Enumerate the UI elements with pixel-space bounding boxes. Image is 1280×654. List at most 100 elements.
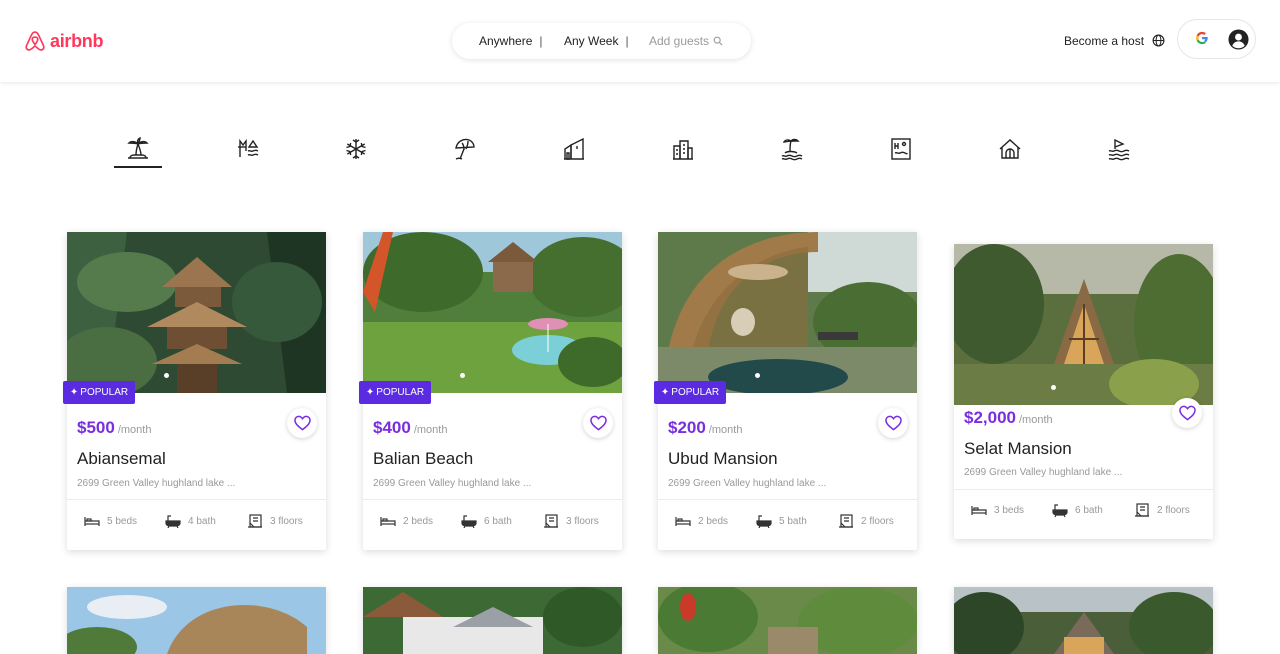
listing-photo[interactable] bbox=[67, 587, 326, 654]
search-any-week[interactable]: Any Week | bbox=[564, 34, 629, 48]
pool-icon bbox=[891, 138, 911, 160]
favorite-button[interactable] bbox=[583, 408, 613, 438]
listing-photo[interactable] bbox=[363, 587, 622, 654]
cabin-icon bbox=[999, 139, 1021, 159]
bath-label: 6 bath bbox=[484, 515, 512, 527]
popular-badge: ✦ POPULAR bbox=[359, 381, 431, 404]
search-bar[interactable]: Anywhere | Any Week | Add guests bbox=[452, 23, 751, 59]
category-island[interactable] bbox=[780, 137, 804, 161]
favorite-button[interactable] bbox=[878, 408, 908, 438]
listing-photo[interactable] bbox=[67, 232, 326, 393]
listing-card[interactable] bbox=[67, 587, 326, 654]
popular-badge: ✦ POPULAR bbox=[63, 381, 135, 404]
beds-info: 2 beds bbox=[380, 514, 433, 528]
bed-icon bbox=[971, 506, 987, 515]
search-icon[interactable] bbox=[713, 36, 723, 46]
sparkle-icon: ✦ bbox=[660, 387, 670, 398]
price-period: /month bbox=[413, 424, 448, 436]
bathtub-icon bbox=[756, 515, 772, 528]
carousel-dot[interactable] bbox=[755, 373, 760, 378]
favorite-button[interactable] bbox=[287, 408, 317, 438]
favorite-button[interactable] bbox=[1172, 398, 1202, 428]
snowflake-icon bbox=[346, 139, 366, 159]
logo-text: airbnb bbox=[50, 30, 104, 51]
listing-card[interactable] bbox=[363, 587, 622, 654]
carousel-dot[interactable] bbox=[1051, 385, 1056, 390]
floors-info: 2 floors bbox=[1134, 503, 1190, 517]
bath-label: 5 bath bbox=[779, 515, 807, 527]
category-beach[interactable] bbox=[453, 137, 477, 161]
price-amount: $2,000 bbox=[964, 408, 1016, 427]
listing-photo[interactable] bbox=[658, 587, 917, 654]
category-winter[interactable] bbox=[344, 137, 368, 161]
category-city[interactable] bbox=[671, 137, 695, 161]
bath-label: 6 bath bbox=[1075, 504, 1103, 516]
bath-info: 4 bath bbox=[165, 514, 216, 528]
listing-photo[interactable] bbox=[658, 232, 917, 393]
listing-title[interactable]: Selat Mansion bbox=[964, 439, 1072, 459]
bath-info: 6 bath bbox=[461, 514, 512, 528]
search-add-guests[interactable]: Add guests bbox=[649, 34, 723, 48]
floors-icon bbox=[544, 514, 558, 528]
listing-card[interactable]: ✦ POPULAR $200/month Ubud Mansion 2699 Gr… bbox=[654, 232, 917, 550]
beds-label: 3 beds bbox=[994, 504, 1025, 516]
globe-icon[interactable] bbox=[1152, 34, 1165, 47]
bath-info: 5 bath bbox=[756, 514, 807, 528]
price: $2,000/month bbox=[964, 408, 1053, 428]
category-pools[interactable] bbox=[889, 137, 913, 161]
floors-icon bbox=[839, 514, 853, 528]
category-cabins[interactable] bbox=[998, 137, 1022, 161]
beds-info: 3 beds bbox=[971, 503, 1024, 517]
separator: | bbox=[539, 34, 543, 48]
carousel-dot[interactable] bbox=[460, 373, 465, 378]
price-amount: $200 bbox=[668, 418, 706, 437]
heart-icon bbox=[1178, 405, 1196, 421]
separator: | bbox=[625, 34, 629, 48]
listing-address: 2699 Green Valley hughland lake ... bbox=[668, 478, 827, 489]
listing-title[interactable]: Ubud Mansion bbox=[668, 449, 778, 469]
top-header: airbnb Anywhere | Any Week | Add guests Be… bbox=[0, 0, 1280, 82]
listing-card[interactable] bbox=[954, 587, 1213, 654]
listing-card[interactable]: ✦ POPULAR $400/month Balian Beach 2699 Gr… bbox=[359, 232, 622, 550]
beach-umbrella-icon bbox=[455, 138, 475, 160]
listing-title[interactable]: Balian Beach bbox=[373, 449, 473, 469]
bathtub-icon bbox=[1052, 504, 1068, 517]
listing-title[interactable]: Abiansemal bbox=[77, 449, 166, 469]
carousel-dot[interactable] bbox=[164, 373, 169, 378]
category-countryside[interactable] bbox=[562, 137, 586, 161]
waves-icon bbox=[1108, 138, 1130, 161]
floors-label: 2 floors bbox=[1157, 504, 1190, 516]
badge-label: POPULAR bbox=[80, 387, 129, 398]
category-tropical[interactable] bbox=[126, 137, 150, 161]
floors-label: 3 floors bbox=[270, 515, 303, 527]
floors-icon bbox=[1135, 503, 1149, 517]
airbnb-logo[interactable]: airbnb bbox=[24, 28, 104, 54]
price: $400/month bbox=[373, 418, 447, 438]
become-host-link[interactable]: Become a host bbox=[1064, 34, 1144, 48]
beds-label: 2 beds bbox=[403, 515, 434, 527]
listing-card[interactable]: ✦ POPULAR $500/month Abiansemal 2699 Gree… bbox=[63, 232, 326, 550]
price-period: /month bbox=[1019, 414, 1053, 426]
listing-photo[interactable] bbox=[954, 587, 1213, 654]
airbnb-logo-icon bbox=[25, 31, 45, 51]
bed-icon bbox=[380, 517, 396, 526]
category-surfing[interactable] bbox=[1107, 137, 1131, 161]
floors-info: 3 floors bbox=[247, 514, 303, 528]
user-menu-button[interactable] bbox=[1177, 19, 1256, 59]
badge-label: POPULAR bbox=[671, 387, 720, 398]
listing-card[interactable] bbox=[658, 587, 917, 654]
heart-icon bbox=[589, 415, 607, 431]
bed-icon bbox=[84, 517, 100, 526]
listing-photo[interactable] bbox=[954, 244, 1213, 405]
bath-label: 4 bath bbox=[188, 515, 216, 527]
countryside-icon bbox=[564, 137, 584, 160]
listing-card[interactable]: $2,000/month Selat Mansion 2699 Green Va… bbox=[954, 244, 1213, 539]
listing-address: 2699 Green Valley hughland lake ... bbox=[373, 478, 532, 489]
search-anywhere[interactable]: Anywhere | bbox=[479, 34, 543, 48]
price-amount: $400 bbox=[373, 418, 411, 437]
bathtub-icon bbox=[461, 515, 477, 528]
category-lake[interactable] bbox=[236, 137, 260, 161]
price: $500/month bbox=[77, 418, 151, 438]
divider bbox=[658, 499, 917, 500]
listing-photo[interactable] bbox=[363, 232, 622, 393]
